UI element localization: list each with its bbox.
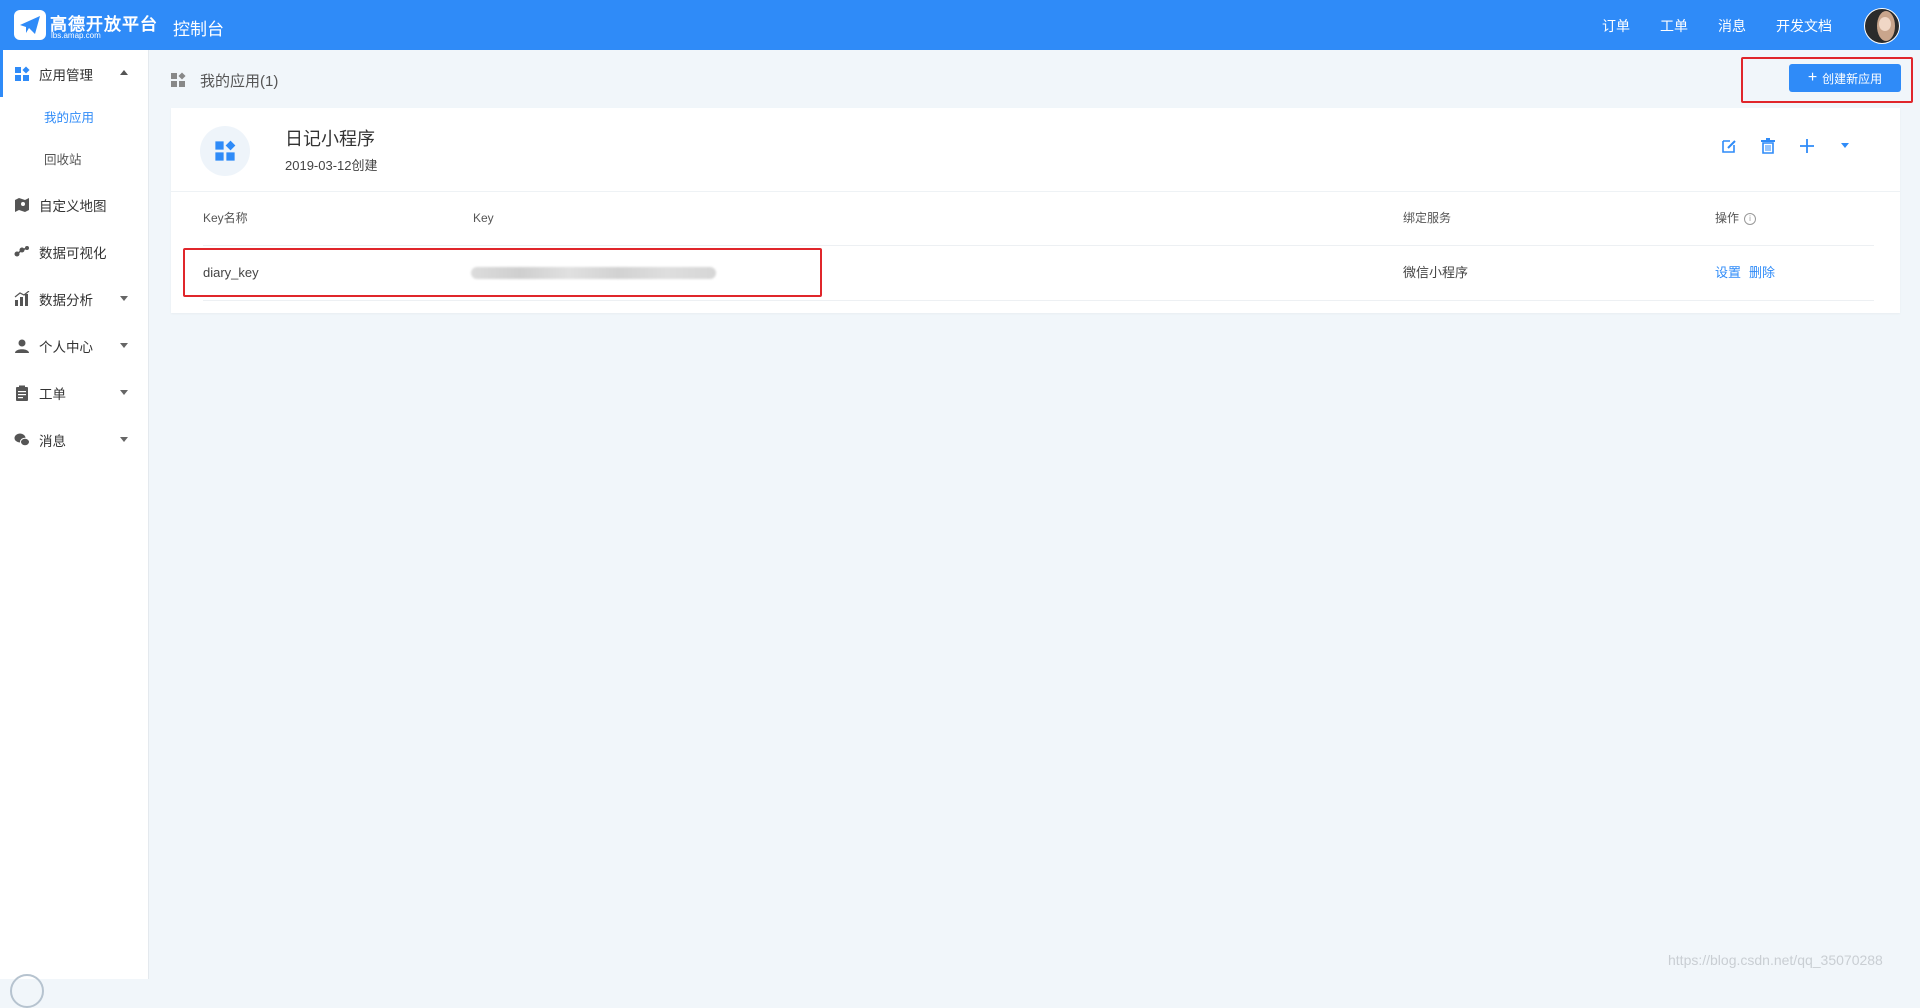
avatar-face — [1879, 17, 1891, 31]
sidebar-item-data-visualization[interactable]: 数据可视化 — [0, 228, 148, 275]
app-name: 日记小程序 — [285, 129, 375, 149]
nav-messages[interactable]: 消息 — [1718, 16, 1746, 36]
chevron-down-icon — [120, 296, 128, 301]
sidebar: 应用管理 我的应用 回收站 自定义地图 数据可视化 数据分析 个人中心 工单 消… — [0, 50, 149, 1008]
sidebar-item-messages[interactable]: 消息 — [0, 416, 148, 463]
top-bar: 高德开放平台 lbs.amap.com 控制台 订单 工单 消息 开发文档 — [0, 0, 1920, 50]
col-key-name: Key名称 — [203, 211, 248, 225]
delete-link[interactable]: 删除 — [1749, 265, 1775, 280]
col-service: 绑定服务 — [1403, 211, 1452, 225]
sidebar-subitem-my-apps[interactable]: 我的应用 — [0, 97, 148, 139]
col-key: Key — [473, 211, 494, 225]
breadcrumb: 我的应用(1) — [170, 70, 278, 90]
watermark: https://blog.csdn.net/qq_35070288 — [1668, 952, 1883, 968]
clipboard-icon — [14, 385, 30, 401]
chat-icon — [14, 432, 30, 448]
info-icon[interactable]: i — [1744, 212, 1757, 225]
apps-icon — [14, 65, 30, 82]
chevron-down-icon — [120, 343, 128, 348]
map-icon — [14, 197, 30, 213]
app-card-header: 日记小程序 2019-03-12创建 — [171, 108, 1900, 192]
sidebar-collapse-icon[interactable] — [10, 974, 44, 1008]
chevron-up-icon — [120, 70, 128, 75]
chevron-down-icon — [120, 437, 128, 442]
sidebar-item-label: 数据分析 — [39, 292, 93, 308]
nav-dev-docs[interactable]: 开发文档 — [1776, 16, 1832, 36]
user-icon — [14, 338, 30, 354]
logo[interactable]: 高德开放平台 lbs.amap.com — [14, 8, 157, 42]
col-actions: 操作 i — [1715, 191, 1757, 245]
logo-paper-plane-icon — [14, 10, 46, 40]
sidebar-item-label: 消息 — [39, 433, 66, 449]
nav-orders[interactable]: 订单 — [1602, 16, 1630, 36]
nav-tickets[interactable]: 工单 — [1660, 16, 1688, 36]
table-header: Key名称 Key 绑定服务 操作 i — [203, 191, 1874, 246]
sidebar-item-tickets[interactable]: 工单 — [0, 369, 148, 416]
add-key-icon[interactable] — [1797, 136, 1817, 156]
chevron-down-icon — [120, 390, 128, 395]
highlight-box-create — [1741, 57, 1913, 103]
analysis-icon — [14, 290, 30, 307]
bound-service: 微信小程序 — [1403, 265, 1469, 280]
visualization-icon — [14, 244, 30, 260]
logo-subtitle: lbs.amap.com — [51, 31, 101, 40]
app-created-date: 2019-03-12创建 — [285, 158, 378, 173]
apps-grid-icon — [170, 72, 186, 88]
highlight-box-key-row — [183, 248, 822, 297]
settings-link[interactable]: 设置 — [1715, 265, 1741, 280]
sidebar-item-personal-center[interactable]: 个人中心 — [0, 322, 148, 369]
row-actions: 设置 删除 — [1715, 246, 1783, 300]
sidebar-item-label: 数据可视化 — [39, 245, 107, 261]
sidebar-item-app-management[interactable]: 应用管理 — [0, 50, 148, 97]
console-title[interactable]: 控制台 — [173, 15, 224, 40]
sidebar-subitem-recycle-bin[interactable]: 回收站 — [0, 139, 148, 181]
delete-icon[interactable] — [1758, 136, 1778, 156]
sidebar-item-custom-map[interactable]: 自定义地图 — [0, 181, 148, 228]
top-nav: 订单 工单 消息 开发文档 — [1572, 16, 1832, 36]
page-title: 我的应用(1) — [200, 72, 279, 90]
col-actions-label: 操作 — [1715, 211, 1740, 225]
sidebar-item-label: 自定义地图 — [39, 198, 107, 214]
chevron-down-icon[interactable] — [1840, 136, 1850, 156]
app-actions — [1719, 136, 1869, 156]
sidebar-item-label: 个人中心 — [39, 339, 93, 355]
sidebar-item-data-analysis[interactable]: 数据分析 — [0, 275, 148, 322]
app-icon — [200, 126, 250, 176]
sidebar-item-label: 工单 — [39, 386, 66, 402]
user-avatar[interactable] — [1864, 8, 1900, 44]
sidebar-item-label: 应用管理 — [39, 67, 93, 83]
edit-icon[interactable] — [1719, 136, 1739, 156]
